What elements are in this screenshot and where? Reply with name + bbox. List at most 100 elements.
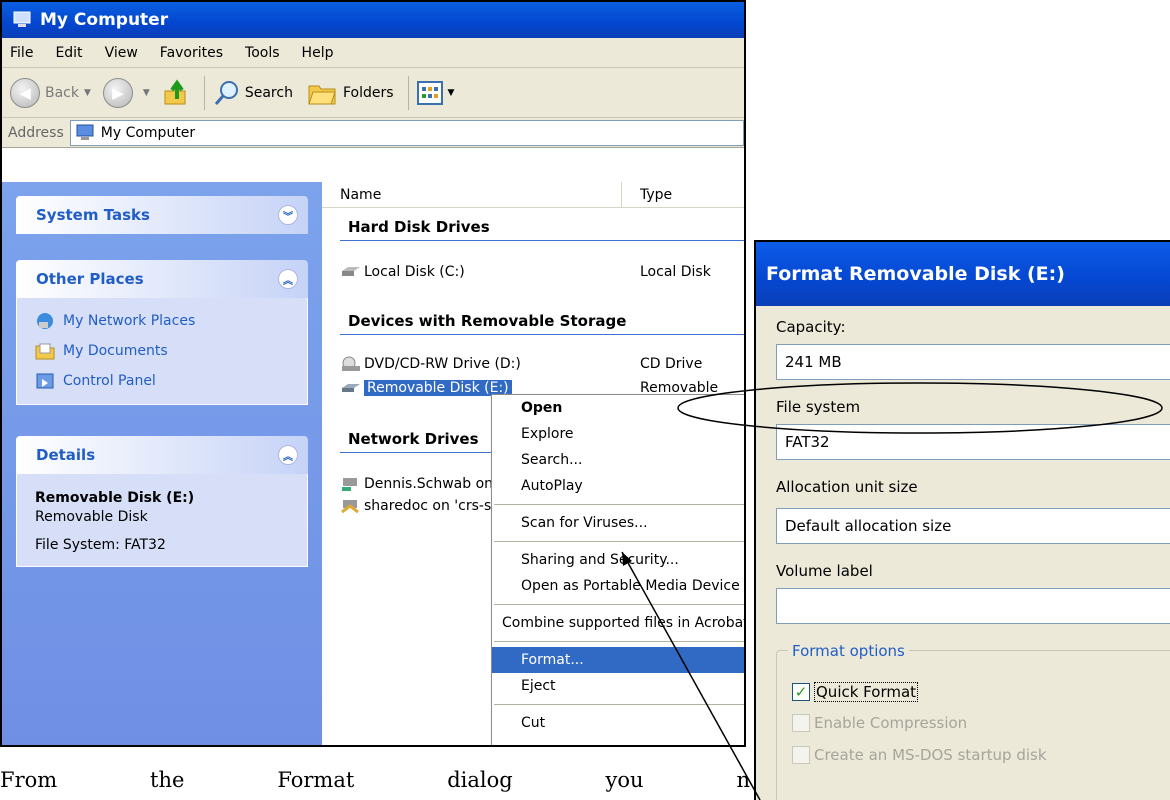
details-body: Removable Disk (E:) Removable Disk File … <box>16 474 308 567</box>
forward-button[interactable]: ▶ ▼ <box>102 73 156 113</box>
format-dialog-title-bar[interactable]: Format Removable Disk (E:) <box>756 242 1170 306</box>
file-name: Removable Disk (E:) <box>364 380 512 396</box>
system-tasks-header[interactable]: System Tasks ︾ <box>16 196 308 234</box>
other-places-header[interactable]: Other Places ︽ <box>16 260 308 298</box>
menu-item-open[interactable]: Open <box>492 395 744 421</box>
menu-separator <box>494 641 744 642</box>
file-row-dvd-drive[interactable]: DVD/CD-RW Drive (D:) <box>340 352 521 376</box>
folders-icon <box>308 85 336 104</box>
column-name-header[interactable]: Name <box>322 182 622 207</box>
window-title: My Computer <box>40 10 169 30</box>
toolbar-separator <box>203 75 205 110</box>
search-icon <box>214 80 238 105</box>
capacity-value: 241 MB <box>785 353 842 371</box>
menu-tools[interactable]: Tools <box>245 45 280 61</box>
folders-button[interactable]: Folders <box>307 73 394 113</box>
other-places-list: My Network Places My Documents Control P… <box>16 298 308 405</box>
address-value: My Computer <box>100 124 196 141</box>
menu-separator <box>494 704 744 705</box>
group-network: Network Drives <box>348 430 479 448</box>
format-dialog: Format Removable Disk (E:) Capacity: 241… <box>754 240 1170 800</box>
back-button[interactable]: ◀ Back ▼ <box>10 73 97 113</box>
address-label: Address <box>8 124 64 141</box>
group-hard-disk: Hard Disk Drives <box>348 218 490 236</box>
toolbar-separator <box>407 75 409 110</box>
menu-item-cut[interactable]: Cut <box>492 710 744 736</box>
checkbox-box <box>792 746 810 764</box>
menu-file[interactable]: File <box>10 45 33 61</box>
my-computer-icon <box>76 124 94 140</box>
menu-item-format[interactable]: Format... <box>492 647 744 673</box>
msdos-startup-checkbox[interactable]: Create an MS-DOS startup disk <box>792 746 1047 764</box>
other-places-control-panel[interactable]: Control Panel <box>35 366 289 396</box>
documents-folder-icon <box>35 343 55 360</box>
capacity-select[interactable]: 241 MB <box>776 344 1170 380</box>
menu-help[interactable]: Help <box>302 45 334 61</box>
file-row-removable-disk[interactable]: Removable Disk (E:) <box>340 376 512 400</box>
file-name: DVD/CD-RW Drive (D:) <box>364 356 521 372</box>
collapse-chevron-icon[interactable]: ︽ <box>278 445 298 465</box>
msdos-startup-label: Create an MS-DOS startup disk <box>814 746 1047 764</box>
file-system-select[interactable]: FAT32 <box>776 424 1170 460</box>
menu-favorites[interactable]: Favorites <box>160 45 223 61</box>
collapse-chevron-icon[interactable]: ︽ <box>278 269 298 289</box>
address-field[interactable]: My Computer <box>69 119 744 146</box>
quick-format-label: Quick Format <box>814 682 919 702</box>
menu-item-sharing[interactable]: Sharing and Security... <box>492 547 744 573</box>
caption-text: From the Format dialog you n <box>0 768 760 792</box>
views-button[interactable]: ▼ <box>416 73 461 113</box>
views-dropdown-icon[interactable]: ▼ <box>448 88 455 98</box>
quick-format-checkbox[interactable]: ✓ Quick Format <box>792 682 919 702</box>
removable-disk-icon <box>342 384 360 392</box>
file-row-network-1[interactable]: Dennis.Schwab on <box>340 472 493 496</box>
control-panel-label: Control Panel <box>63 373 156 389</box>
other-places-title: Other Places <box>36 270 144 288</box>
other-places-panel: Other Places ︽ My Network Places My Docu… <box>16 260 308 405</box>
file-type: Local Disk <box>640 264 711 280</box>
details-panel: Details ︽ Removable Disk (E:) Removable … <box>16 436 308 567</box>
enable-compression-checkbox[interactable]: Enable Compression <box>792 714 967 732</box>
file-type: CD Drive <box>640 356 703 372</box>
combine-label: Combine supported files in Acrobat <box>502 615 746 631</box>
file-row-network-2[interactable]: sharedoc on 'crs-s <box>340 494 491 518</box>
column-type-header[interactable]: Type <box>622 182 744 207</box>
menu-view[interactable]: View <box>105 45 138 61</box>
menu-item-combine-acrobat[interactable]: Combine supported files in Acrobat <box>492 610 746 636</box>
menu-separator <box>494 541 744 542</box>
menu-item-portable-media[interactable]: Open as Portable Media Device <box>492 573 744 599</box>
menu-edit[interactable]: Edit <box>55 45 82 61</box>
details-header[interactable]: Details ︽ <box>16 436 308 474</box>
search-button[interactable]: Search <box>213 73 293 113</box>
folders-label: Folders <box>342 84 394 101</box>
menu-item-explore[interactable]: Explore <box>492 421 744 447</box>
menu-bar: File Edit View Favorites Tools Help <box>2 38 744 68</box>
file-name: Dennis.Schwab on <box>364 476 494 492</box>
file-row-local-disk[interactable]: Local Disk (C:) <box>340 260 465 284</box>
allocation-size-label: Allocation unit size <box>776 478 918 496</box>
menu-item-autoplay[interactable]: AutoPlay <box>492 473 744 499</box>
menu-item-eject[interactable]: Eject <box>492 673 744 699</box>
my-computer-icon <box>13 11 31 27</box>
address-bar: Address My Computer <box>2 118 744 148</box>
caption-word: you <box>605 768 644 792</box>
group-removable: Devices with Removable Storage <box>348 312 627 330</box>
up-folder-button[interactable] <box>162 73 190 113</box>
menu-separator <box>494 604 744 605</box>
title-bar[interactable]: My Computer <box>2 2 744 38</box>
network-places-label: My Network Places <box>63 313 196 329</box>
other-places-network[interactable]: My Network Places <box>35 306 289 336</box>
caption-word: Format <box>277 768 355 792</box>
forward-dropdown-icon[interactable]: ▼ <box>143 88 150 98</box>
control-panel-icon <box>36 373 54 389</box>
format-options-label: Format options <box>788 642 909 660</box>
other-places-documents[interactable]: My Documents <box>35 336 289 366</box>
volume-label-input[interactable] <box>776 588 1170 624</box>
back-dropdown-icon[interactable]: ▼ <box>84 88 91 98</box>
caption-word: the <box>150 768 185 792</box>
my-computer-window: My Computer File Edit View Favorites Too… <box>0 0 746 747</box>
expand-chevron-icon[interactable]: ︾ <box>278 205 298 225</box>
details-filesystem: File System: FAT32 <box>35 537 166 553</box>
allocation-size-select[interactable]: Default allocation size <box>776 508 1170 544</box>
menu-item-search[interactable]: Search... <box>492 447 744 473</box>
menu-item-scan-viruses[interactable]: Scan for Viruses... <box>492 510 744 536</box>
